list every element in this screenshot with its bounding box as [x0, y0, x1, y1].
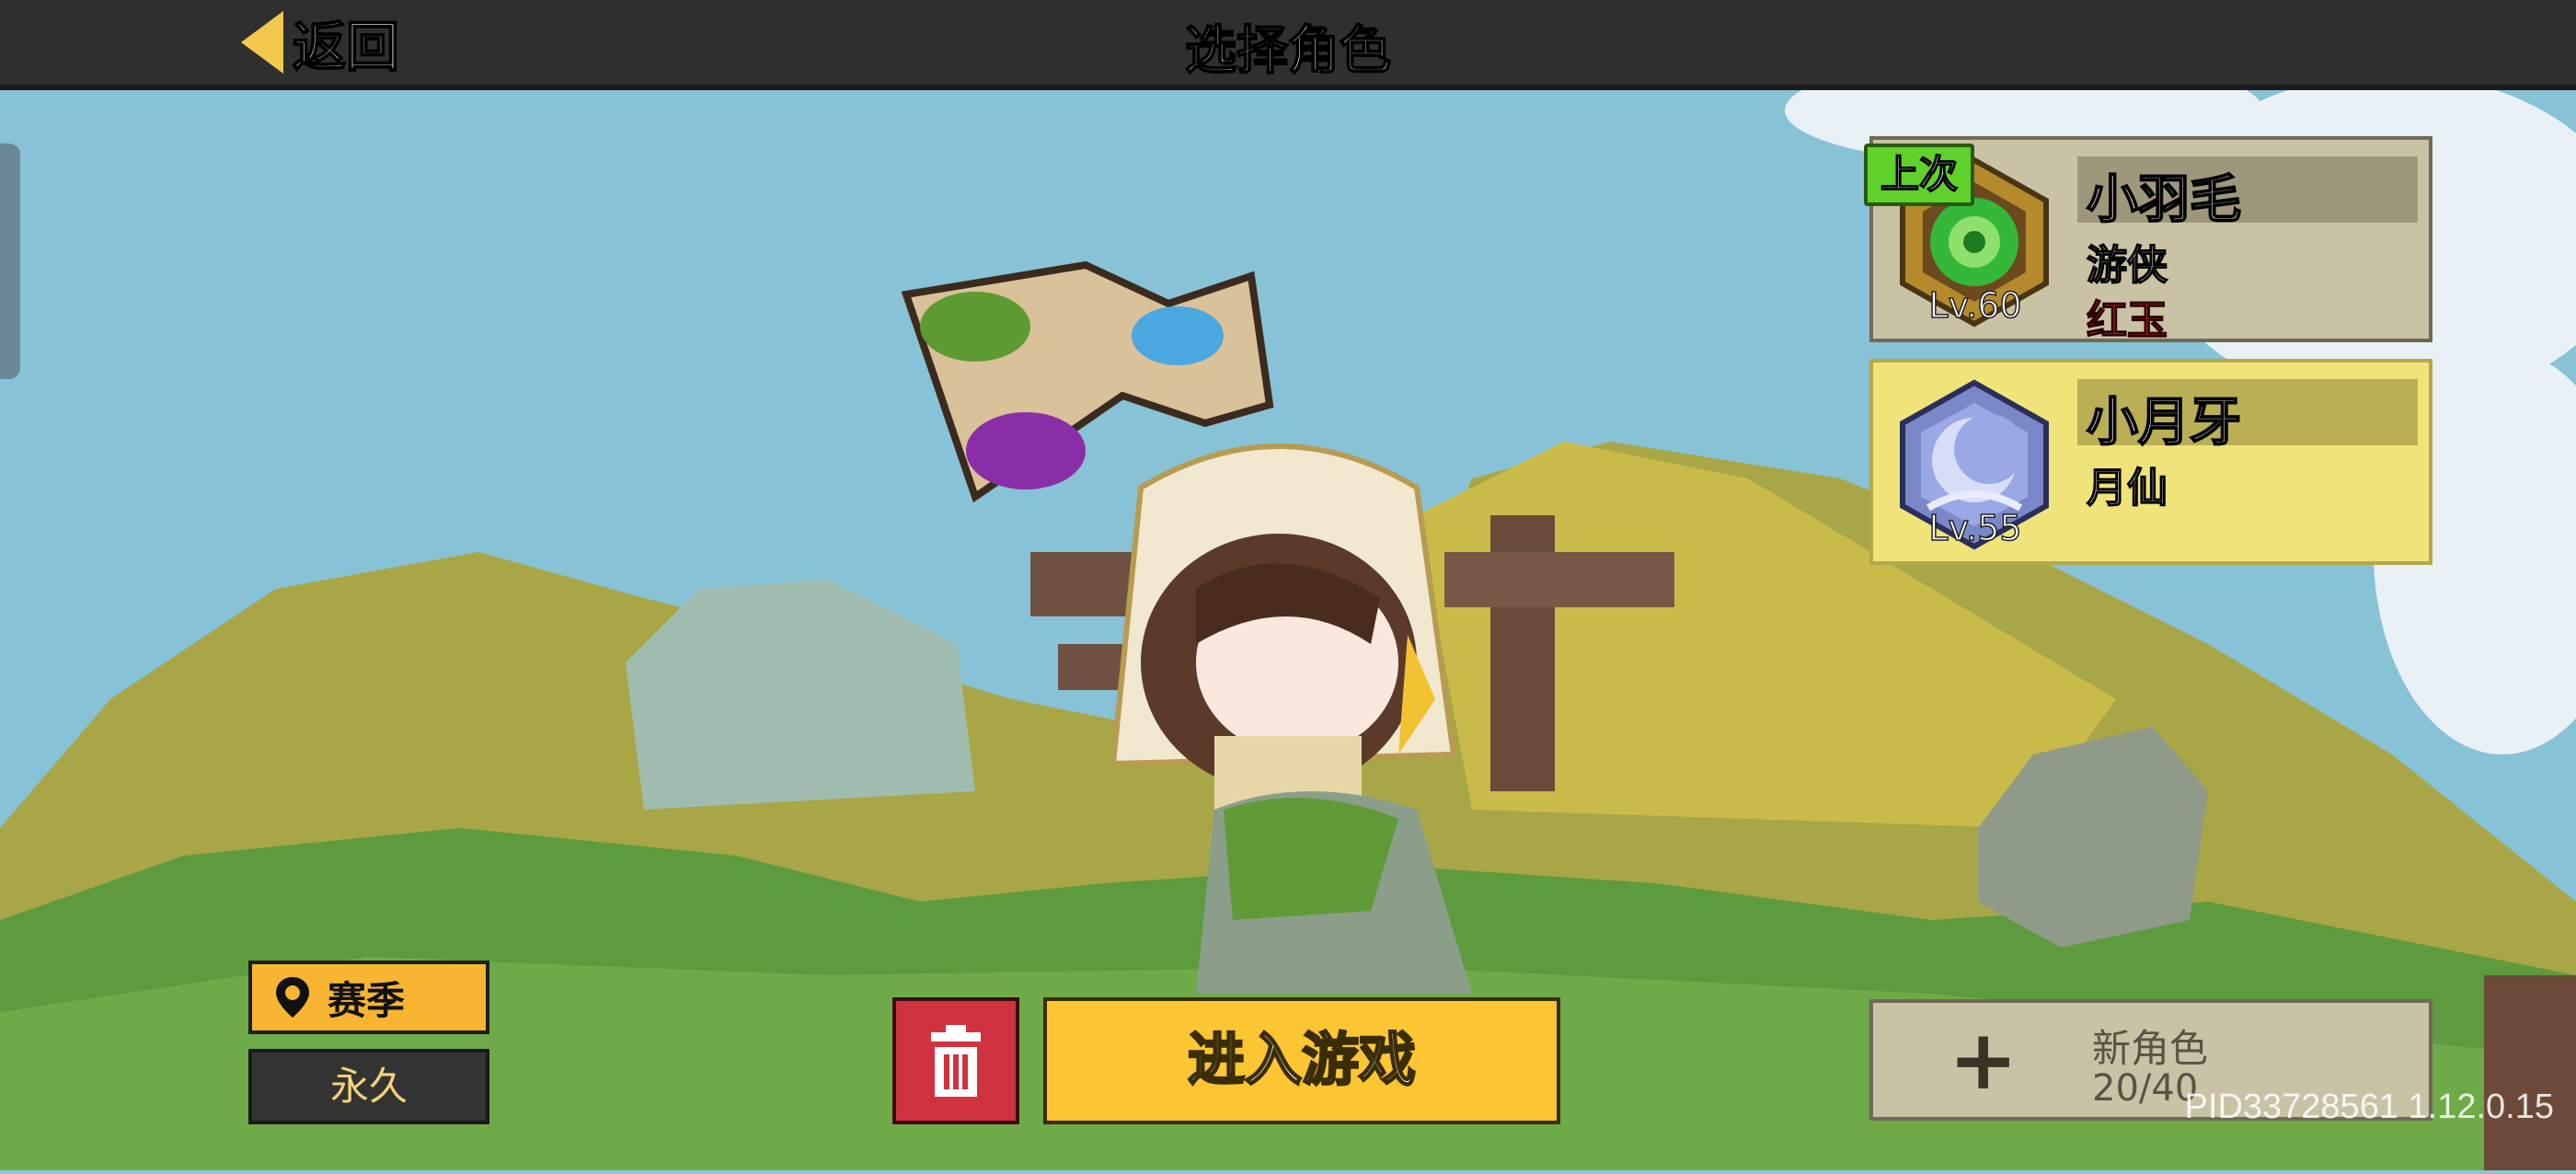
last-played-badge: 上次: [1864, 144, 1975, 206]
character-class: 月仙: [2086, 464, 2168, 512]
side-drawer-handle[interactable]: [0, 144, 20, 379]
character-name: 小羽毛: [2086, 169, 2242, 231]
character-card-1[interactable]: Lv.60 上次 小羽毛 游侠 红玉: [1864, 136, 2432, 345]
character-slot-count: 20/40: [2092, 1067, 2199, 1110]
character-class: 游侠: [2086, 241, 2168, 290]
trash-icon: [931, 1025, 981, 1097]
plus-icon: +: [1949, 1012, 2018, 1109]
character-card-2[interactable]: Lv.55 小月牙 月仙: [1869, 359, 2432, 565]
enter-game-button[interactable]: 进入游戏: [1043, 997, 1560, 1124]
location-pin-icon: [276, 977, 309, 1018]
page-title: 选择角色: [1184, 20, 1392, 82]
character-name: 小月牙: [2086, 392, 2242, 454]
season-label: 赛季: [328, 977, 406, 1023]
level-label: Lv.60: [1928, 284, 2023, 327]
season-mode-button[interactable]: 赛季: [248, 961, 489, 1034]
new-character-label: 新角色: [2092, 1026, 2209, 1071]
permanent-mode-button[interactable]: 永久: [248, 1049, 489, 1124]
character-server: 红玉: [2086, 296, 2168, 345]
level-label: Lv.55: [1928, 507, 2023, 549]
delete-character-button[interactable]: [892, 997, 1019, 1124]
top-bar: 返回 选择角色: [0, 0, 2576, 90]
version-label: PID33728561 1.12.0.15: [2184, 1088, 2554, 1126]
